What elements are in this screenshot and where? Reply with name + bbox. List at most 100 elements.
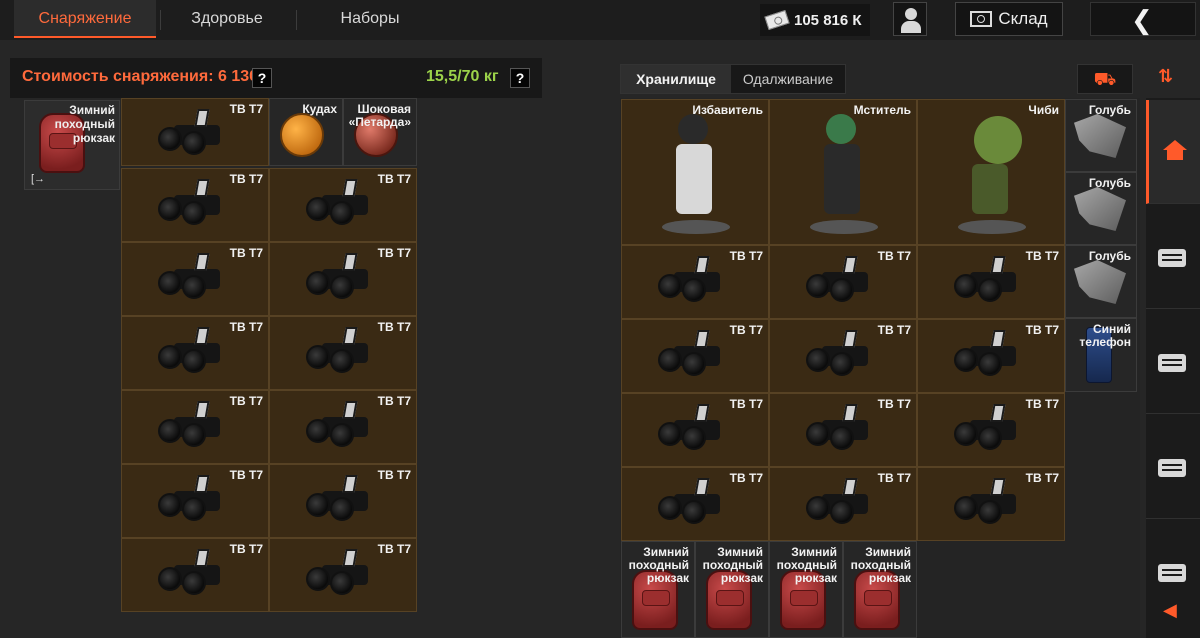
storage-item-nvg[interactable]: ТВ Т7 [917, 393, 1065, 467]
item-label: ТВ Т7 [729, 471, 763, 485]
item-label: ТВ Т7 [729, 397, 763, 411]
storage-box-icon [1158, 459, 1186, 477]
night-vision-image [154, 177, 234, 237]
night-vision-image [654, 254, 734, 314]
help-icon[interactable]: ? [510, 68, 530, 88]
storage-item-phone[interactable]: Синий телефон [1065, 318, 1137, 392]
item-label: ТВ Т7 [1025, 323, 1059, 337]
loadout-item-nvg[interactable]: ТВ Т7 [121, 98, 269, 166]
pigeon-image [1074, 187, 1126, 231]
loadout-item-nvg[interactable]: ТВ Т7 [121, 464, 269, 538]
storage-box-icon [1158, 249, 1186, 267]
storage-item-nvg[interactable]: ТВ Т7 [917, 319, 1065, 393]
tab-borrowing[interactable]: Одалживание [731, 65, 845, 93]
item-label: Синий телефон [1079, 322, 1131, 349]
loadout-item-nvg[interactable]: ТВ Т7 [269, 390, 417, 464]
night-vision-image [302, 547, 382, 607]
figurine-image [652, 114, 740, 238]
loadout-item-nvg[interactable]: ТВ Т7 [269, 464, 417, 538]
item-label: Зимний походный рюкзак [850, 545, 911, 585]
item-label: ТВ Т7 [1025, 397, 1059, 411]
loadout-item-nvg[interactable]: ТВ Т7 [121, 390, 269, 464]
storage-item-backpack[interactable]: Зимний походный рюкзак [769, 541, 843, 638]
sidebar-item-storage-3[interactable] [1146, 415, 1200, 519]
stash-button[interactable]: Склад [955, 2, 1063, 36]
cart-button[interactable]: ⛟ [1077, 64, 1133, 94]
tab-health[interactable]: Здоровье [162, 0, 292, 38]
item-label: ТВ Т7 [229, 542, 263, 556]
loadout-item-nvg[interactable]: ТВ Т7 [269, 538, 417, 612]
item-label: Избавитель [692, 103, 763, 117]
night-vision-image [154, 473, 234, 533]
storage-item-nvg[interactable]: ТВ Т7 [621, 393, 769, 467]
sidebar-item-storage-2[interactable] [1146, 310, 1200, 414]
sort-icon[interactable]: ⇅ [1158, 66, 1188, 88]
storage-item-nvg[interactable]: ТВ Т7 [621, 319, 769, 393]
item-label: ТВ Т7 [229, 172, 263, 186]
night-vision-image [154, 325, 234, 385]
profile-button[interactable] [893, 2, 927, 36]
item-label: ТВ Т7 [377, 394, 411, 408]
tab-equipment[interactable]: Снаряжение [14, 0, 156, 38]
item-label: Зимний походный рюкзак [54, 103, 115, 145]
storage-item-pigeon[interactable]: Голубь [1065, 245, 1137, 318]
storage-item-nvg[interactable]: ТВ Т7 [769, 467, 917, 541]
night-vision-image [950, 254, 1030, 314]
loadout-item-nvg[interactable]: ТВ Т7 [121, 538, 269, 612]
item-label: ТВ Т7 [229, 468, 263, 482]
item-label: Кудах [302, 102, 337, 116]
night-vision-image [950, 476, 1030, 536]
loadout-item-nvg[interactable]: ТВ Т7 [269, 168, 417, 242]
storage-item-nvg[interactable]: ТВ Т7 [769, 319, 917, 393]
night-vision-image [302, 325, 382, 385]
tab-divider [296, 10, 297, 30]
storage-item-nvg[interactable]: ТВ Т7 [621, 245, 769, 319]
loadout-item-nvg[interactable]: ТВ Т7 [121, 242, 269, 316]
back-button[interactable]: ❮ [1090, 2, 1196, 36]
item-label: Зимний походный рюкзак [776, 545, 837, 585]
loadout-weight: 15,5/70 кг [426, 68, 499, 85]
storage-item-nvg[interactable]: ТВ Т7 [769, 393, 917, 467]
sidebar-item-storage-1[interactable] [1146, 205, 1200, 309]
unequip-icon[interactable]: [→ [31, 173, 45, 185]
tab-kits[interactable]: Наборы [300, 0, 440, 38]
sidebar-item-home[interactable] [1146, 100, 1200, 204]
storage-item-pigeon[interactable]: Голубь [1065, 172, 1137, 245]
tab-storage[interactable]: Хранилище [621, 65, 731, 93]
night-vision-image [154, 107, 234, 165]
collapse-icon[interactable]: ◀ [1163, 600, 1177, 621]
storage-item-nvg[interactable]: ТВ Т7 [621, 467, 769, 541]
storage-item-figurine[interactable]: Мститель [769, 99, 917, 245]
safe-icon [970, 11, 993, 27]
night-vision-image [302, 251, 382, 311]
storage-item-backpack[interactable]: Зимний походный рюкзак [843, 541, 917, 638]
help-icon[interactable]: ? [252, 68, 272, 88]
item-label: ТВ Т7 [877, 397, 911, 411]
storage-item-nvg[interactable]: ТВ Т7 [769, 245, 917, 319]
loadout-item-grenade[interactable]: Кудах [269, 98, 343, 166]
item-label: ТВ Т7 [877, 249, 911, 263]
loadout-item-nvg[interactable]: ТВ Т7 [269, 242, 417, 316]
item-label: ТВ Т7 [1025, 249, 1059, 263]
profile-icon [905, 8, 917, 20]
equipped-backpack-slot[interactable]: Зимний походный рюкзак [→ [24, 100, 120, 190]
storage-item-backpack[interactable]: Зимний походный рюкзак [695, 541, 769, 638]
loadout-item-nvg[interactable]: ТВ Т7 [121, 316, 269, 390]
item-label: Мститель [853, 103, 911, 117]
loadout-item-nvg[interactable]: ТВ Т7 [121, 168, 269, 242]
pigeon-image [1074, 260, 1126, 304]
night-vision-image [950, 328, 1030, 388]
storage-item-nvg[interactable]: ТВ Т7 [917, 467, 1065, 541]
item-label: ТВ Т7 [229, 102, 263, 116]
night-vision-image [950, 402, 1030, 462]
loadout-item-grenade[interactable]: Шоковая «Петарда» [343, 98, 417, 166]
storage-item-figurine[interactable]: Чиби [917, 99, 1065, 245]
loadout-item-nvg[interactable]: ТВ Т7 [269, 316, 417, 390]
storage-item-backpack[interactable]: Зимний походный рюкзак [621, 541, 695, 638]
item-label: ТВ Т7 [729, 249, 763, 263]
storage-item-pigeon[interactable]: Голубь [1065, 99, 1137, 172]
storage-item-figurine[interactable]: Избавитель [621, 99, 769, 245]
profile-icon-body [901, 21, 921, 33]
item-label: ТВ Т7 [377, 320, 411, 334]
storage-item-nvg[interactable]: ТВ Т7 [917, 245, 1065, 319]
